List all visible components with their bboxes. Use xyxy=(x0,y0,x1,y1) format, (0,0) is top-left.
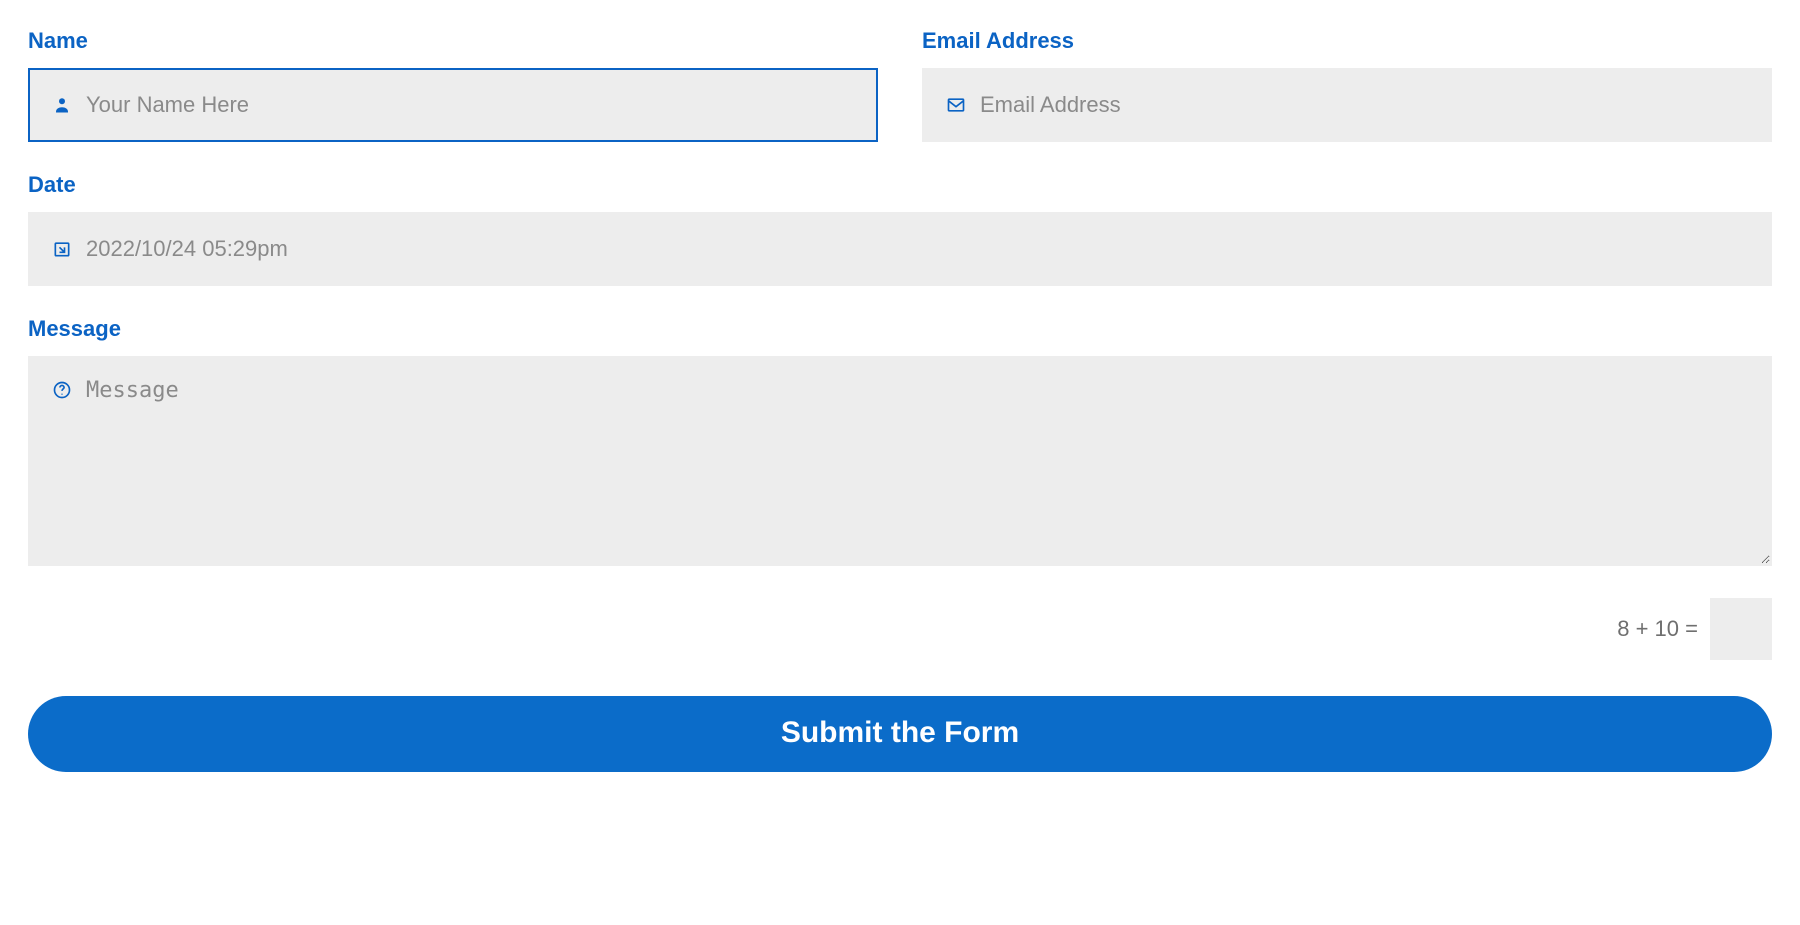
captcha-prompt: 8 + 10 = xyxy=(1617,616,1698,642)
date-field-group: Date xyxy=(28,172,1772,286)
help-icon xyxy=(52,380,72,400)
message-input[interactable] xyxy=(30,358,1770,564)
submit-button[interactable]: Submit the Form xyxy=(28,696,1772,772)
email-label: Email Address xyxy=(922,28,1772,54)
mail-icon xyxy=(946,95,966,115)
email-input[interactable] xyxy=(924,70,1770,140)
message-input-wrap xyxy=(28,356,1772,566)
message-label: Message xyxy=(28,316,1772,342)
name-input[interactable] xyxy=(30,70,876,140)
person-icon xyxy=(52,95,72,115)
captcha-row: 8 + 10 = xyxy=(28,598,1772,660)
name-input-wrap xyxy=(28,68,878,142)
date-input-wrap xyxy=(28,212,1772,286)
date-label: Date xyxy=(28,172,1772,198)
submit-row: Submit the Form xyxy=(28,690,1772,772)
calendar-arrow-icon xyxy=(52,239,72,259)
captcha-input[interactable] xyxy=(1710,598,1772,660)
name-field-group: Name xyxy=(28,28,878,142)
name-label: Name xyxy=(28,28,878,54)
contact-form: Name Email Address Date Message xyxy=(28,28,1772,772)
email-input-wrap xyxy=(922,68,1772,142)
message-field-group: Message xyxy=(28,316,1772,566)
email-field-group: Email Address xyxy=(922,28,1772,142)
date-input[interactable] xyxy=(30,214,1770,284)
